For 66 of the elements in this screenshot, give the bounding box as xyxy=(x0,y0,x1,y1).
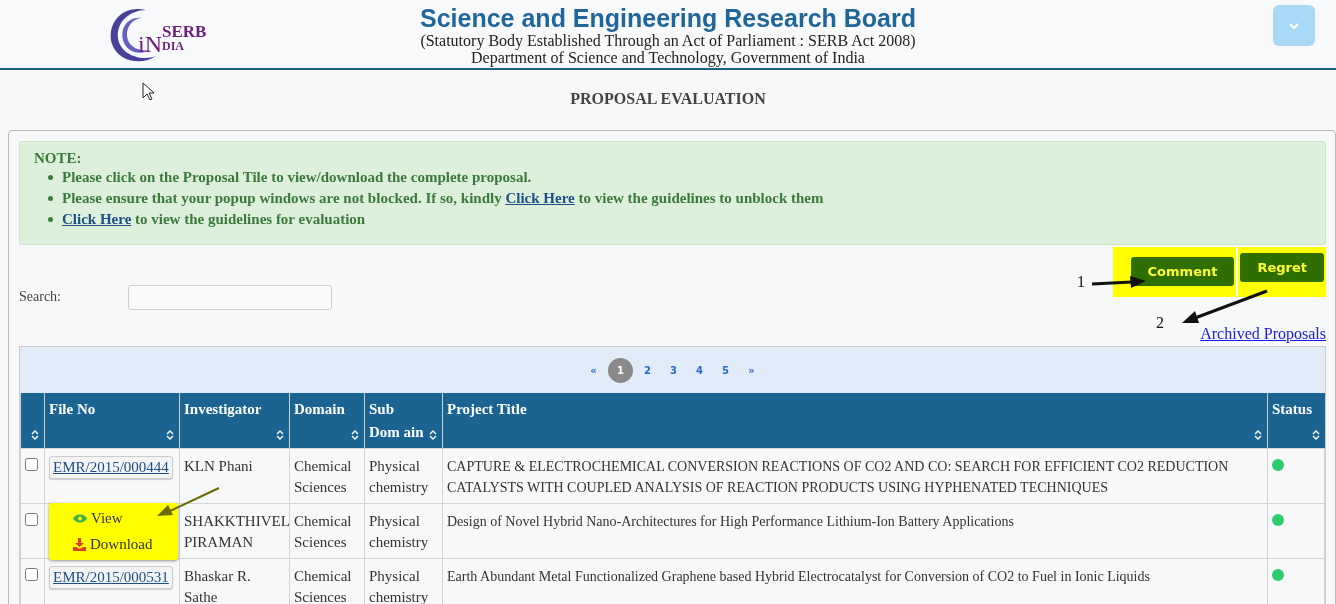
page-link[interactable]: 1 xyxy=(608,357,633,383)
table-cell: Chemical Sciences xyxy=(289,448,365,504)
action-button[interactable]: Regret xyxy=(1240,253,1324,282)
mouse-cursor-icon xyxy=(142,82,155,101)
sort-icon xyxy=(1254,429,1262,441)
menu-toggle-button[interactable] xyxy=(1273,5,1315,46)
sort-icon xyxy=(1311,429,1320,441)
sort-icon xyxy=(351,429,359,441)
note-heading: NOTE: xyxy=(34,149,83,167)
table-cell: CAPTURE & ELECTROCHEMICAL CONVERSION REACTIONS OF CO2 AND CO: SEARCH FOR EFFICIENT CO2 REDUCTION CATALYSTS WITH COUPLED ANALYSIS OF REACTION PRODUCTS USING HYPHENATED TECHNIQUES xyxy=(442,448,1268,504)
page-link[interactable]: 4 xyxy=(688,358,711,382)
logo-mark: iN xyxy=(138,30,162,58)
annotation-arrow xyxy=(157,487,220,516)
bullet-icon xyxy=(48,175,53,180)
download-icon xyxy=(73,537,86,551)
department-text: Department of Science and Technology, Government of India xyxy=(471,49,865,66)
column-header[interactable]: Domain xyxy=(289,393,365,449)
table-cell: KLN Phani xyxy=(179,448,290,504)
annotation-number: 1 xyxy=(1077,273,1085,291)
site-subtitle: (Statutory Body Established Through an Act of Parliament : SERB Act 2008) xyxy=(420,32,916,49)
note-item: Click Here to view the guidelines for evaluation xyxy=(62,210,366,229)
row-checkbox[interactable] xyxy=(25,568,38,581)
archived-proposals-link[interactable]: Archived Proposals xyxy=(1200,325,1326,345)
column-header[interactable]: Investigator xyxy=(179,393,290,449)
chevron-down-icon xyxy=(1288,21,1300,30)
site-title: Science and Engineering Research Board xyxy=(420,4,916,32)
table-cell: Physical chemistry xyxy=(364,448,443,504)
annotation-number: 2 xyxy=(1156,314,1164,332)
table-cell: SHAKKTHIVEL PIRAMAN xyxy=(179,503,290,559)
column-header[interactable]: Sub Dom ain xyxy=(364,393,443,449)
row-checkbox[interactable] xyxy=(25,513,38,526)
page-link[interactable]: « xyxy=(582,358,605,382)
row-checkbox[interactable] xyxy=(25,458,38,471)
table-cell: Design of Novel Hybrid Nano-Architectures for High Performance Lithium-Ion Battery Applications xyxy=(442,503,1268,559)
annotation-arrow xyxy=(1091,276,1146,288)
eye-icon xyxy=(73,513,87,523)
page-link[interactable]: 2 xyxy=(636,358,659,382)
logo-text: DIA xyxy=(162,39,185,52)
page-link[interactable]: 3 xyxy=(662,358,685,382)
menu-item[interactable]: View xyxy=(73,505,178,531)
click-here-link[interactable]: Click Here xyxy=(62,211,132,227)
file-number-button[interactable]: EMR/2015/000444 xyxy=(49,456,173,479)
click-here-link[interactable]: Click Here xyxy=(505,190,575,206)
sort-icon xyxy=(31,429,39,441)
page-title: PROPOSAL EVALUATION xyxy=(570,90,766,107)
bullet-icon xyxy=(48,196,53,201)
column-header[interactable]: Project Title xyxy=(442,393,1268,449)
bullet-icon xyxy=(48,217,53,222)
column-header[interactable] xyxy=(20,393,45,449)
file-number-button[interactable]: EMR/2015/000531 xyxy=(49,566,173,589)
note-item: Please ensure that your popup windows are not blocked. If so, kindly Click Here to view the guidelines to unblock them xyxy=(62,189,824,208)
sort-icon xyxy=(429,429,437,441)
column-header[interactable]: File No xyxy=(44,393,180,449)
page-link[interactable]: » xyxy=(740,358,763,382)
table-cell: Physical chemistry xyxy=(364,503,443,559)
action-button[interactable]: Comment xyxy=(1130,257,1235,286)
menu-item[interactable]: Download xyxy=(73,531,178,557)
column-header[interactable]: Status xyxy=(1267,393,1325,449)
note-item: Please click on the Proposal Tile to view/download the complete proposal. xyxy=(62,168,532,187)
sort-icon xyxy=(166,429,174,441)
search-field[interactable] xyxy=(128,284,332,310)
page-link[interactable]: 5 xyxy=(714,358,737,382)
table-cell: Chemical Sciences xyxy=(289,503,365,559)
logo-text: SERB xyxy=(162,22,207,40)
search-label: Search: xyxy=(19,289,62,305)
sort-icon xyxy=(276,429,284,441)
